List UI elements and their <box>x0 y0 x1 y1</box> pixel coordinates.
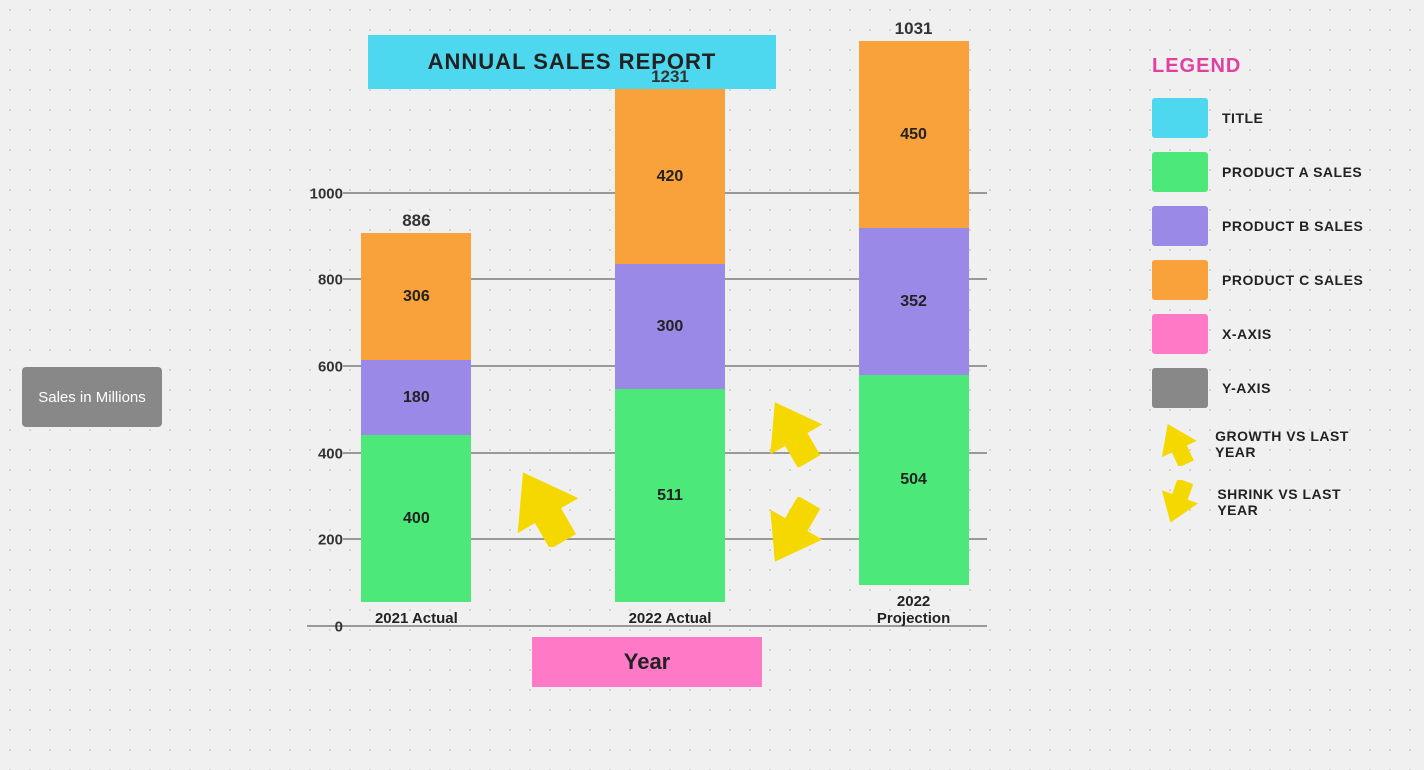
legend-color-title <box>1152 98 1208 138</box>
legend-color-c <box>1152 260 1208 300</box>
y-tick-1000: 1000 <box>307 185 343 202</box>
bar-label-2022p: 2022 Projection <box>859 593 969 627</box>
y-tick-600: 600 <box>307 359 343 376</box>
legend-arrow-up-icon <box>1152 422 1201 466</box>
legend-item-title: TITLE <box>1152 98 1372 138</box>
legend-color-b <box>1152 206 1208 246</box>
bar-segment-2021-a: 400 <box>361 435 471 602</box>
legend-item-yaxis: Y-AXIS <box>1152 368 1372 408</box>
legend-arrow-down-icon <box>1152 480 1203 524</box>
y-tick-800: 800 <box>307 272 343 289</box>
legend-title: LEGEND <box>1152 55 1372 78</box>
legend-label-b: PRODUCT B SALES <box>1222 218 1363 234</box>
legend-item-shrink: SHRINK VS LAST YEAR <box>1152 480 1372 524</box>
legend-color-xaxis <box>1152 314 1208 354</box>
bar-segment-2022a-a: 511 <box>615 389 725 602</box>
x-axis-label: Year <box>532 637 762 687</box>
legend-label-c: PRODUCT C SALES <box>1222 272 1363 288</box>
legend-label-yaxis: Y-AXIS <box>1222 380 1271 396</box>
bar-group-2022a: 1231 511 300 420 2022 Actual <box>615 67 725 627</box>
legend-color-yaxis <box>1152 368 1208 408</box>
legend-label-shrink: SHRINK VS LAST YEAR <box>1217 486 1372 518</box>
bar-segment-2021-c: 306 <box>361 233 471 361</box>
bar-stack-2022p: 504 352 450 <box>859 41 969 585</box>
legend-item-product-a: PRODUCT A SALES <box>1152 152 1372 192</box>
bar-segment-2022p-b: 352 <box>859 228 969 375</box>
main-container: ANNUAL SALES REPORT Sales in Millions 0 … <box>22 15 1402 755</box>
legend-item-product-b: PRODUCT B SALES <box>1152 206 1372 246</box>
legend-label-xaxis: X-AXIS <box>1222 326 1272 342</box>
y-axis-label: Sales in Millions <box>22 367 162 427</box>
bars-row: 886 400 180 306 2021 Actual <box>343 107 987 627</box>
bar-total-2022p: 1031 <box>895 19 933 39</box>
bar-segment-2022a-c: 420 <box>615 89 725 264</box>
y-tick-400: 400 <box>307 445 343 462</box>
bar-segment-2022p-a: 504 <box>859 375 969 585</box>
bar-segment-2022p-c: 450 <box>859 41 969 229</box>
legend-item-growth: GROWTH VS LAST YEAR <box>1152 422 1372 466</box>
legend-item-product-c: PRODUCT C SALES <box>1152 260 1372 300</box>
y-tick-0: 0 <box>307 619 343 636</box>
chart-content: 0 200 400 600 800 <box>172 107 1122 687</box>
legend-label-growth: GROWTH VS LAST YEAR <box>1215 428 1372 460</box>
bar-segment-2021-b: 180 <box>361 360 471 435</box>
arrow-up-1 <box>508 107 578 627</box>
bar-segment-2022a-b: 300 <box>615 264 725 389</box>
legend-color-a <box>1152 152 1208 192</box>
chart-area: ANNUAL SALES REPORT Sales in Millions 0 … <box>22 35 1122 687</box>
bar-label-2022a: 2022 Actual <box>629 610 712 627</box>
legend-item-xaxis: X-AXIS <box>1152 314 1372 354</box>
chart-body: Sales in Millions 0 200 400 <box>22 107 1122 687</box>
bar-stack-2022a: 511 300 420 <box>615 89 725 602</box>
legend: LEGEND TITLE PRODUCT A SALES PRODUCT B S… <box>1122 35 1402 544</box>
legend-label-title: TITLE <box>1222 110 1263 126</box>
arrow-group-middle <box>762 107 822 627</box>
bar-group-2022p: 1031 504 352 450 2022 Projection <box>859 19 969 627</box>
legend-label-a: PRODUCT A SALES <box>1222 164 1362 180</box>
bar-group-2021: 886 400 180 306 2021 Actual <box>361 211 471 627</box>
bar-total-2021: 886 <box>402 211 430 231</box>
bar-stack-2021: 400 180 306 <box>361 233 471 602</box>
bar-total-2022a: 1231 <box>651 67 689 87</box>
bar-label-2021: 2021 Actual <box>375 610 458 627</box>
x-axis-title-container: Year <box>172 637 1122 687</box>
y-tick-200: 200 <box>307 532 343 549</box>
